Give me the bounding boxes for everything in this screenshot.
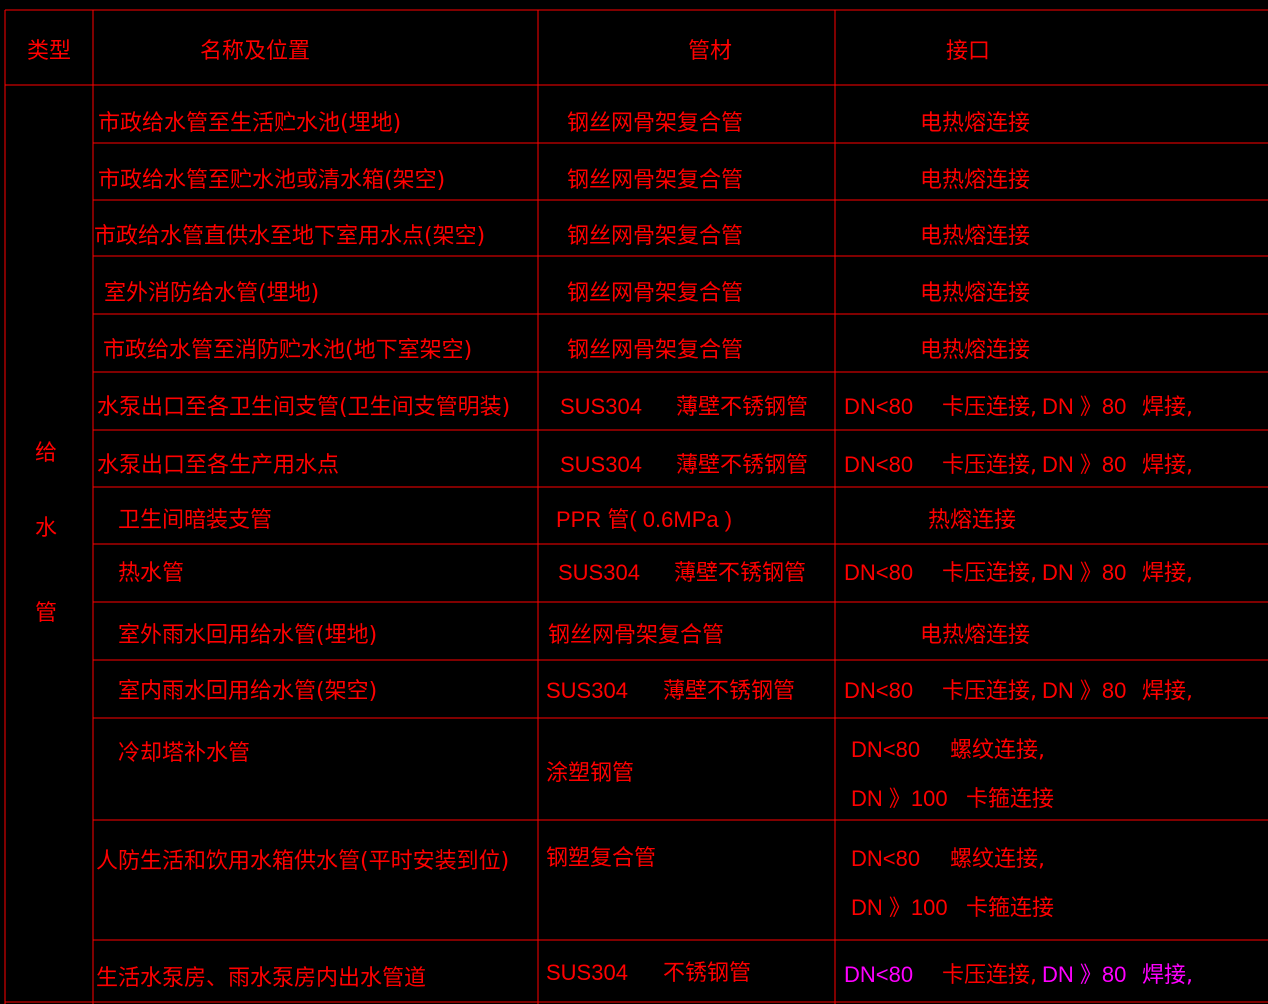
row-name: 热水管 xyxy=(118,561,184,586)
row-material: 钢丝网骨架复合管 xyxy=(567,338,743,363)
row-material: 钢塑复合管 xyxy=(546,846,656,871)
row-material: 钢丝网骨架复合管 xyxy=(567,168,743,193)
row-name: 生活水泵房、雨水泵房内出水管道 xyxy=(96,966,426,991)
row-name: 室内雨水回用给水管(架空) xyxy=(118,679,377,704)
row-joint-size: DN 》80 xyxy=(1042,560,1126,585)
row-material: 薄壁不锈钢管 xyxy=(674,561,806,586)
row-material: PPR 管( 0.6MPa ) xyxy=(556,507,732,532)
row-joint-method: 焊接, xyxy=(1142,395,1193,420)
row-joint-size: DN<80 xyxy=(844,452,913,477)
row-name: 室外雨水回用给水管(埋地) xyxy=(118,623,377,648)
category-char: 管 xyxy=(35,601,57,626)
row-name: 冷却塔补水管 xyxy=(118,741,250,766)
row-material-grade: SUS304 xyxy=(558,560,640,585)
row-name: 水泵出口至各生产用水点 xyxy=(97,453,339,478)
row-name: 市政给水管直供水至地下室用水点(架空) xyxy=(94,224,485,249)
row-material-grade: SUS304 xyxy=(560,452,642,477)
row-joint-size: DN<80 xyxy=(844,560,913,585)
row-joint: 电热熔连接 xyxy=(920,111,1030,136)
row-name: 市政给水管至消防贮水池(地下室架空) xyxy=(103,338,472,363)
header-type: 类型 xyxy=(27,39,71,64)
row-joint: 电热熔连接 xyxy=(920,281,1030,306)
row-joint-size: DN 》100 xyxy=(851,895,948,920)
pipe-material-table: 类型 名称及位置 管材 接口 给 水 管 市政给水管至生活贮水池(埋地) 钢丝网骨… xyxy=(0,0,1268,1004)
row-joint-size: DN<80 xyxy=(844,394,913,419)
row-joint: 电热熔连接 xyxy=(920,168,1030,193)
row-material: 钢丝网骨架复合管 xyxy=(567,224,743,249)
row-name: 卫生间暗装支管 xyxy=(118,508,272,533)
row-joint-method: 卡压连接, xyxy=(942,679,1037,704)
row-material: 钢丝网骨架复合管 xyxy=(567,281,743,306)
row-joint-size: DN<80 xyxy=(844,678,913,703)
row-joint-method: 焊接, xyxy=(1142,561,1193,586)
row-joint-method: 焊接, xyxy=(1142,453,1193,478)
row-material: 不锈钢管 xyxy=(663,961,751,986)
row-name: 水泵出口至各卫生间支管(卫生间支管明装) xyxy=(97,395,510,420)
row-name: 市政给水管至生活贮水池(埋地) xyxy=(98,111,401,136)
row-joint-method: 卡压连接, xyxy=(942,453,1037,478)
row-joint-method: 卡箍连接 xyxy=(966,787,1054,812)
row-joint-size: DN 》80 xyxy=(1042,452,1126,477)
row-joint-method: 卡压连接, xyxy=(942,561,1037,586)
row-joint-method: 卡箍连接 xyxy=(966,896,1054,921)
row-name: 室外消防给水管(埋地) xyxy=(104,281,319,306)
row-joint-size: DN 》100 xyxy=(851,786,948,811)
row-material: 钢丝网骨架复合管 xyxy=(567,111,743,136)
row-joint-size: DN 》80 xyxy=(1042,394,1126,419)
row-name: 市政给水管至贮水池或清水箱(架空) xyxy=(98,168,445,193)
row-material-grade: SUS304 xyxy=(560,394,642,419)
category-char: 给 xyxy=(35,441,57,466)
row-name: 人防生活和饮用水箱供水管(平时安装到位) xyxy=(96,849,509,874)
row-material: 钢丝网骨架复合管 xyxy=(548,623,724,648)
row-joint-size: DN<80 xyxy=(851,846,920,871)
row-joint-size: DN 》80 xyxy=(1042,962,1126,987)
row-joint: 电热熔连接 xyxy=(920,623,1030,648)
row-material: 薄壁不锈钢管 xyxy=(676,453,808,478)
row-material: 薄壁不锈钢管 xyxy=(663,679,795,704)
row-material: 涂塑钢管 xyxy=(546,761,634,786)
row-joint: 电热熔连接 xyxy=(920,338,1030,363)
row-joint-method: 螺纹连接, xyxy=(950,847,1045,872)
row-joint-size: DN<80 xyxy=(851,737,920,762)
row-material-grade: SUS304 xyxy=(546,960,628,985)
row-material: 薄壁不锈钢管 xyxy=(676,395,808,420)
header-joint: 接口 xyxy=(946,39,990,64)
row-joint: 热熔连接 xyxy=(928,508,1016,533)
category-char: 水 xyxy=(35,516,57,541)
row-joint-method: 螺纹连接, xyxy=(950,738,1045,763)
row-joint-method: 焊接, xyxy=(1142,679,1193,704)
row-material-grade: SUS304 xyxy=(546,678,628,703)
row-joint-method: 卡压连接, xyxy=(942,963,1037,988)
row-joint-size: DN<80 xyxy=(844,962,913,987)
row-joint-method: 焊接, xyxy=(1142,963,1193,988)
row-joint-method: 卡压连接, xyxy=(942,395,1037,420)
row-joint: 电热熔连接 xyxy=(920,224,1030,249)
header-material: 管材 xyxy=(688,39,732,64)
header-name: 名称及位置 xyxy=(200,39,310,64)
row-joint-size: DN 》80 xyxy=(1042,678,1126,703)
